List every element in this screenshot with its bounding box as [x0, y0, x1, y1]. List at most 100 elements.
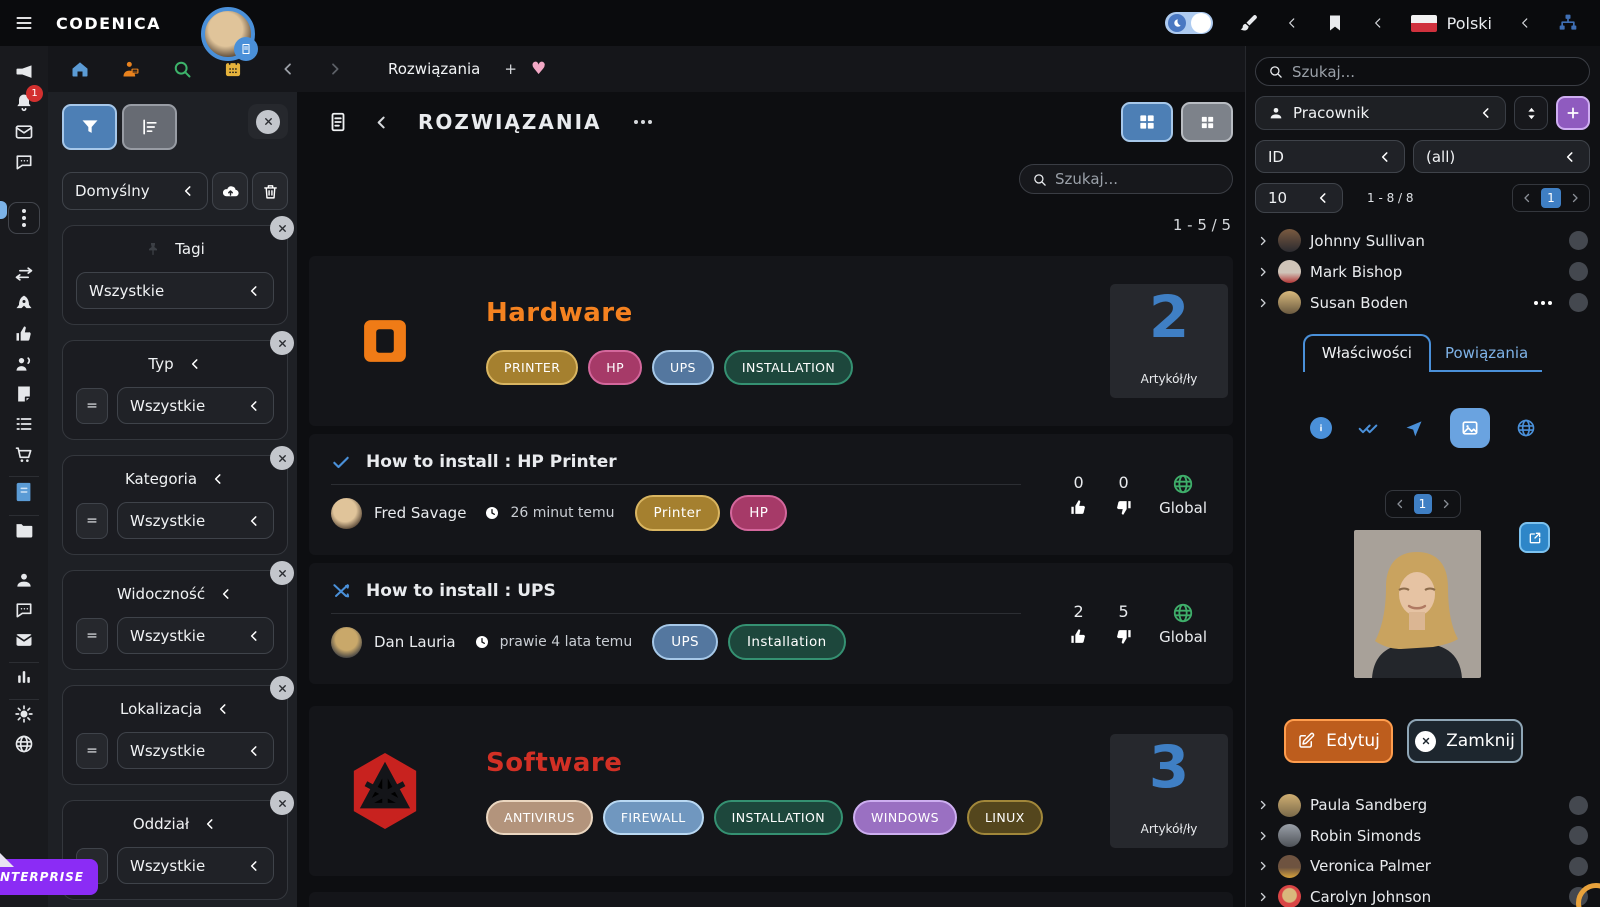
- breadcrumb[interactable]: Rozwiązania: [388, 60, 480, 78]
- employee-name[interactable]: Paula Sandberg: [1310, 796, 1427, 814]
- theme-brush-icon[interactable]: [1239, 13, 1259, 33]
- current-photo-page[interactable]: 1: [1414, 494, 1432, 514]
- prev-page-icon[interactable]: [1521, 192, 1533, 204]
- employee-name[interactable]: Carolyn Johnson: [1310, 888, 1431, 906]
- info-icon[interactable]: [1310, 417, 1332, 439]
- cart-icon[interactable]: [14, 444, 34, 464]
- panel-drag-notch[interactable]: [0, 201, 7, 219]
- settings-gear-icon[interactable]: [14, 704, 34, 724]
- filters-funnel-button-active[interactable]: [62, 104, 117, 150]
- articles-search[interactable]: [1019, 164, 1233, 194]
- employee-name[interactable]: Robin Simonds: [1310, 827, 1421, 845]
- tag-chip[interactable]: HP: [588, 350, 642, 385]
- expand-chevron-icon[interactable]: [1257, 891, 1269, 903]
- likes-counter[interactable]: 0: [1069, 473, 1088, 517]
- user-icon[interactable]: [14, 570, 34, 590]
- notifications-bell-icon[interactable]: 1: [14, 92, 34, 112]
- grid-view-button-active[interactable]: [1121, 102, 1173, 142]
- tag-chip[interactable]: HP: [730, 495, 787, 531]
- search-icon[interactable]: [172, 59, 192, 79]
- employees-search[interactable]: [1255, 57, 1590, 86]
- sort-toggle-button[interactable]: [1514, 96, 1548, 130]
- globe-icon[interactable]: [14, 734, 34, 754]
- employee-row[interactable]: Veronica Palmer: [1255, 851, 1590, 882]
- operator-equals[interactable]: =: [76, 503, 108, 539]
- language-selector[interactable]: Polski: [1411, 14, 1492, 33]
- tag-chip[interactable]: PRINTER: [486, 350, 578, 385]
- save-preset-cloud-button[interactable]: [212, 172, 248, 210]
- select-dot[interactable]: [1569, 293, 1588, 312]
- breadcrumb-back-icon[interactable]: [280, 61, 296, 77]
- back-chevron-icon[interactable]: [373, 114, 390, 131]
- next-page-icon[interactable]: [1569, 192, 1581, 204]
- employee-row[interactable]: Carolyn Johnson: [1255, 882, 1590, 907]
- employee-row[interactable]: Mark Bishop: [1255, 256, 1590, 287]
- select-dot[interactable]: [1569, 262, 1588, 281]
- expand-chevron-icon[interactable]: [1257, 830, 1269, 842]
- tag-chip[interactable]: UPS: [652, 624, 718, 660]
- delete-preset-trash-button[interactable]: [252, 172, 288, 210]
- employee-name[interactable]: Susan Boden: [1310, 294, 1408, 312]
- tag-chip[interactable]: ANTIVIRUS: [486, 800, 593, 835]
- dislikes-counter[interactable]: 5: [1114, 602, 1133, 646]
- thumb-up-icon[interactable]: [14, 324, 34, 344]
- page-menu-ellipsis-icon[interactable]: [634, 120, 652, 124]
- page-size-select[interactable]: 10: [1255, 183, 1343, 213]
- tag-chip[interactable]: WINDOWS: [853, 800, 957, 835]
- select-dot[interactable]: [1569, 231, 1588, 250]
- tag-chip[interactable]: LINUX: [967, 800, 1043, 835]
- remove-filter-icon[interactable]: [270, 216, 294, 240]
- tab-relations[interactable]: Powiązania: [1431, 334, 1542, 372]
- filter-value-select[interactable]: Wszystkie: [117, 502, 274, 539]
- close-button[interactable]: Zamknij: [1407, 719, 1523, 763]
- next-photo-icon[interactable]: [1440, 498, 1452, 510]
- operator-equals[interactable]: =: [76, 618, 108, 654]
- collapse-chevron-icon[interactable]: [1518, 16, 1532, 30]
- employee-name[interactable]: Johnny Sullivan: [1310, 232, 1425, 250]
- chevron-icon[interactable]: [203, 817, 217, 831]
- remove-filter-icon[interactable]: [270, 676, 294, 700]
- operator-equals[interactable]: =: [76, 388, 108, 424]
- filter-value-select[interactable]: Wszystkie: [76, 272, 274, 309]
- filter-value-select[interactable]: Wszystkie: [117, 732, 274, 769]
- note-icon[interactable]: [14, 384, 34, 404]
- filter-value-select[interactable]: Wszystkie: [117, 847, 274, 884]
- checklist-icon[interactable]: [14, 414, 34, 434]
- more-tools-kebab-button[interactable]: [8, 202, 40, 234]
- calendar-icon[interactable]: [223, 59, 243, 79]
- collapse-chevron-icon[interactable]: [1371, 16, 1385, 30]
- user-avatar[interactable]: [201, 7, 255, 61]
- remove-filter-icon[interactable]: [270, 331, 294, 355]
- double-check-icon[interactable]: [1358, 418, 1378, 438]
- sort-levels-button[interactable]: [122, 104, 177, 150]
- article-title[interactable]: How to install : HP Printer: [366, 452, 617, 472]
- favorite-heart-icon[interactable]: ♥: [531, 59, 546, 79]
- hamburger-menu-icon[interactable]: [14, 13, 34, 33]
- chat-icon[interactable]: [14, 152, 34, 172]
- select-dot[interactable]: [1569, 826, 1588, 845]
- transfer-icon[interactable]: [14, 264, 34, 284]
- announcement-icon[interactable]: [14, 62, 34, 82]
- chevron-icon[interactable]: [216, 702, 230, 716]
- folder-icon[interactable]: [14, 520, 34, 540]
- expand-chevron-icon[interactable]: [1257, 860, 1269, 872]
- select-dot[interactable]: [1569, 796, 1588, 815]
- tag-chip[interactable]: UPS: [652, 350, 714, 385]
- chevron-icon[interactable]: [188, 357, 202, 371]
- article-row[interactable]: How to install : HP Printer Fred Savage …: [309, 434, 1233, 555]
- remove-filter-icon[interactable]: [270, 561, 294, 585]
- employee-row[interactable]: Paula Sandberg: [1255, 790, 1590, 821]
- collapse-chevron-icon[interactable]: [1285, 16, 1299, 30]
- solutions-book-icon-active[interactable]: [13, 481, 35, 503]
- employee-name[interactable]: Veronica Palmer: [1310, 857, 1431, 875]
- likes-counter[interactable]: 2: [1069, 602, 1088, 646]
- tag-chip[interactable]: INSTALLATION: [714, 800, 843, 835]
- sitemap-icon[interactable]: [1558, 13, 1578, 33]
- breadcrumb-forward-icon[interactable]: [327, 61, 343, 77]
- globe-icon[interactable]: [1516, 418, 1536, 438]
- remove-filter-icon[interactable]: [270, 791, 294, 815]
- mail-icon[interactable]: [14, 122, 34, 142]
- articles-search-input[interactable]: [1055, 170, 1220, 188]
- expand-chevron-icon[interactable]: [1257, 799, 1269, 811]
- open-photo-external-icon[interactable]: [1519, 522, 1550, 553]
